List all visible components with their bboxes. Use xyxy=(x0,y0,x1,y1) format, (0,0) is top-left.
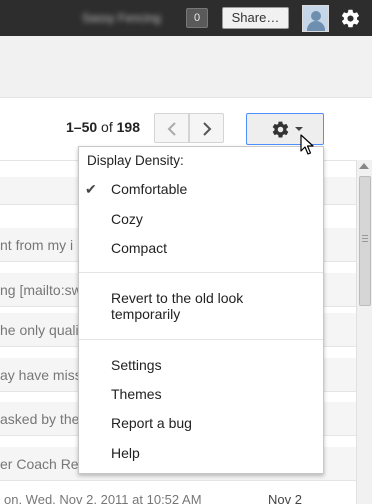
mail-row-right-text: Nov 2 xyxy=(268,492,302,504)
menu-item-cozy[interactable]: Cozy xyxy=(79,207,323,233)
menu-item-help[interactable]: Help xyxy=(79,441,323,467)
settings-menu: Display Density: ✔ Comfortable Cozy Comp… xyxy=(78,146,324,474)
user-name[interactable]: Sassy Fencing xyxy=(82,11,161,25)
menu-item-themes[interactable]: Themes xyxy=(79,382,323,408)
menu-divider xyxy=(79,272,323,273)
menu-item-revert-old-look[interactable]: Revert to the old look temporarily xyxy=(79,286,299,328)
display-density-heading: Display Density: xyxy=(87,153,184,168)
scroll-up-arrow-icon[interactable] xyxy=(359,163,369,169)
mail-row-snippet: he only qualif xyxy=(0,322,83,338)
header-band xyxy=(0,36,372,98)
menu-item-label: Cozy xyxy=(111,211,143,227)
menu-item-label: Themes xyxy=(111,386,162,402)
gear-icon[interactable] xyxy=(340,8,361,29)
pagination-range: 1–50 xyxy=(66,119,98,135)
avatar[interactable] xyxy=(302,5,329,32)
mouse-cursor-icon xyxy=(300,134,314,155)
top-bar: Sassy Fencing 0 Share… xyxy=(0,0,372,36)
menu-item-label: Compact xyxy=(111,240,168,256)
scrollbar[interactable] xyxy=(356,160,372,504)
mail-row-snippet: nt from my i xyxy=(0,237,74,253)
mail-row-snippet: ng [mailto:sw xyxy=(0,282,82,298)
newer-button[interactable] xyxy=(189,113,224,143)
pagination-of: of xyxy=(101,119,113,135)
menu-item-label: Revert to the old look temporarily xyxy=(111,290,244,322)
chevron-left-icon xyxy=(167,122,176,136)
mail-row-snippet: er Coach Re xyxy=(0,456,79,472)
mail-row-date-text: on, Wed, Nov 2, 2011 at 10:52 AM xyxy=(4,492,202,504)
mail-row-snippet: ay have miss xyxy=(0,367,82,383)
menu-item-label: Help xyxy=(111,445,140,461)
gear-icon xyxy=(272,121,289,138)
menu-item-label: Settings xyxy=(111,357,162,373)
menu-divider xyxy=(79,339,323,340)
older-button[interactable] xyxy=(154,113,189,143)
menu-item-settings[interactable]: Settings xyxy=(79,353,323,379)
menu-item-label: Comfortable xyxy=(111,181,188,197)
gmail-page: Sassy Fencing 0 Share… 1–50 of 198 nt fr… xyxy=(0,0,372,504)
menu-item-report-bug[interactable]: Report a bug xyxy=(79,411,323,437)
mail-row-snippet: asked by the xyxy=(0,411,80,427)
menu-item-comfortable[interactable]: ✔ Comfortable xyxy=(79,177,323,203)
caret-down-icon xyxy=(295,127,303,131)
pagination-count: 1–50 of 198 xyxy=(66,119,140,135)
scroll-thumb[interactable] xyxy=(359,176,371,306)
notification-count-button[interactable]: 0 xyxy=(186,8,208,28)
check-icon: ✔ xyxy=(85,181,97,197)
menu-item-compact[interactable]: Compact xyxy=(79,236,323,262)
menu-item-label: Report a bug xyxy=(111,415,192,431)
chevron-right-icon xyxy=(203,122,212,136)
pagination-total: 198 xyxy=(116,119,140,135)
share-button[interactable]: Share… xyxy=(222,7,289,29)
